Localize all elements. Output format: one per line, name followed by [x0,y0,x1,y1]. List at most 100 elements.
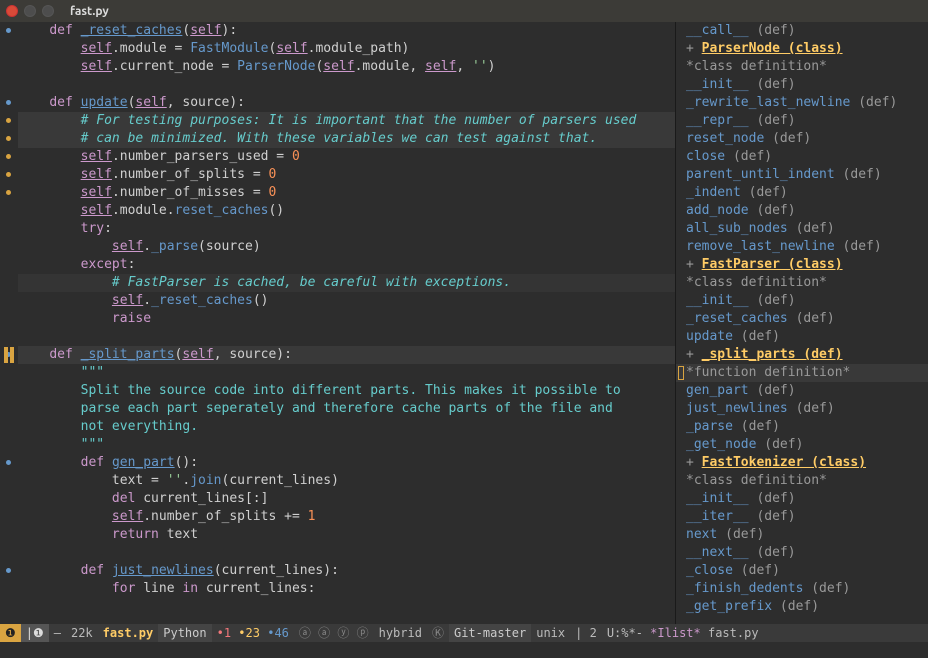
gutter-mark [6,568,11,573]
code-line[interactable]: def _reset_caches(self): [18,22,675,40]
outline-item[interactable]: __init__ (def) [676,76,928,94]
code-line[interactable]: self.number_parsers_used = 0 [18,148,675,166]
outline-item[interactable]: __call__ (def) [676,22,928,40]
ml-size: 22k [66,624,98,642]
code-line[interactable]: def just_newlines(current_lines): [18,562,675,580]
gutter-mark [6,118,11,123]
ml-major-mode[interactable]: Python [158,624,211,642]
outline-item[interactable]: remove_last_newline (def) [676,238,928,256]
code-line[interactable]: text = ''.join(current_lines) [18,472,675,490]
code-line[interactable]: # FastParser is cached, be careful with … [18,274,675,292]
outline-item[interactable]: + ParserNode (class) [676,40,928,58]
outline-item[interactable]: _reset_caches (def) [676,310,928,328]
outline-item[interactable]: *class definition* [676,472,928,490]
modeline: ❶ |❶ – 22k fast.py Python •1 •23 •46 ⓐ ⓐ… [0,624,928,642]
outline-item[interactable]: __next__ (def) [676,544,928,562]
titlebar: fast.py [0,0,928,22]
outline-item[interactable]: *class definition* [676,274,928,292]
minibuffer[interactable] [0,642,928,658]
outline-item[interactable]: update (def) [676,328,928,346]
code-line[interactable]: raise [18,310,675,328]
code-line[interactable]: self.module = FastModule(self.module_pat… [18,40,675,58]
code-line[interactable]: self._reset_caches() [18,292,675,310]
code-line[interactable]: def gen_part(): [18,454,675,472]
ml-misc: ⓐ ⓐ ⓨ ⓟ [294,624,374,642]
outline-item[interactable]: __init__ (def) [676,292,928,310]
outline-item[interactable]: _indent (def) [676,184,928,202]
outline-item[interactable]: *class definition* [676,58,928,76]
gutter-mark [6,172,11,177]
gutter-mark [6,154,11,159]
main-area: def _reset_caches(self): self.module = F… [0,22,928,624]
code-line[interactable]: self.number_of_misses = 0 [18,184,675,202]
maximize-window-button[interactable] [42,5,54,17]
code-line[interactable]: self.number_of_splits = 0 [18,166,675,184]
code-area[interactable]: def _reset_caches(self): self.module = F… [18,22,675,624]
gutter-mark [6,100,11,105]
code-line[interactable]: try: [18,220,675,238]
code-line[interactable]: def update(self, source): [18,94,675,112]
outline-item[interactable]: all_sub_nodes (def) [676,220,928,238]
outline-item[interactable]: _get_node (def) [676,436,928,454]
outline-item[interactable]: gen_part (def) [676,382,928,400]
outline-item[interactable]: + FastParser (class) [676,256,928,274]
outline-item[interactable]: _parse (def) [676,418,928,436]
editor-pane[interactable]: def _reset_caches(self): self.module = F… [0,22,675,624]
code-line[interactable]: self.current_node = ParserNode(self.modu… [18,58,675,76]
outline-item[interactable]: _get_prefix (def) [676,598,928,616]
ml-vc[interactable]: Git-master [449,624,531,642]
outline-item[interactable]: __init__ (def) [676,490,928,508]
code-line[interactable]: Split the source code into different par… [18,382,675,400]
ml-info[interactable]: |❶ [21,624,49,642]
code-line[interactable]: return text [18,526,675,544]
outline-item[interactable]: just_newlines (def) [676,400,928,418]
code-line[interactable]: """ [18,436,675,454]
gutter-mark [6,460,11,465]
code-line[interactable]: def _split_parts(self, source): [18,346,675,364]
outline-item[interactable]: next (def) [676,526,928,544]
outline-item[interactable]: _rewrite_last_newline (def) [676,94,928,112]
outline-item[interactable]: _close (def) [676,562,928,580]
close-window-button[interactable] [6,5,18,17]
code-line[interactable]: not everything. [18,418,675,436]
gutter-mark [6,136,11,141]
code-line[interactable]: # For testing purposes: It is important … [18,112,675,130]
ml-flycheck[interactable]: •1 •23 •46 [212,624,294,642]
ml-warnings[interactable]: ❶ [0,624,21,642]
outline-item[interactable]: close (def) [676,148,928,166]
code-line[interactable]: except: [18,256,675,274]
gutter [0,22,18,624]
gutter-mark [6,190,11,195]
outline-pane[interactable]: __call__ (def) + ParserNode (class) *cla… [676,22,928,624]
gutter-mark [6,28,11,33]
minimize-window-button[interactable] [24,5,36,17]
code-line[interactable]: self.number_of_splits += 1 [18,508,675,526]
code-line[interactable]: # can be minimized. With these variables… [18,130,675,148]
code-line[interactable] [18,76,675,94]
code-line[interactable]: self.module.reset_caches() [18,202,675,220]
code-line[interactable]: self._parse(source) [18,238,675,256]
outline-item[interactable]: __iter__ (def) [676,508,928,526]
code-line[interactable]: for line in current_lines: [18,580,675,598]
code-line[interactable]: parse each part seperately and therefore… [18,400,675,418]
outline-item[interactable]: add_node (def) [676,202,928,220]
outline-item[interactable]: + FastTokenizer (class) [676,454,928,472]
ml-dash: – [49,624,66,642]
outline-item[interactable]: + _split_parts (def) [676,346,928,364]
window-title: fast.py [70,5,109,18]
outline-item[interactable]: parent_until_indent (def) [676,166,928,184]
outline-cursor [678,366,684,380]
outline-item[interactable]: __repr__ (def) [676,112,928,130]
ml-filename[interactable]: fast.py [98,624,159,642]
outline-item[interactable]: *function definition* [676,364,928,382]
ml-encoding: unix [531,624,570,642]
ml-reg: Ⓚ [427,624,449,642]
code-line[interactable]: """ [18,364,675,382]
code-line[interactable] [18,328,675,346]
code-line[interactable] [18,544,675,562]
code-line[interactable]: del current_lines[:] [18,490,675,508]
outline-item[interactable]: _finish_dedents (def) [676,580,928,598]
ml-right: U:%*- *Ilist* fast.py [602,624,928,642]
ml-evil-state: hybrid [374,624,427,642]
outline-item[interactable]: reset_node (def) [676,130,928,148]
